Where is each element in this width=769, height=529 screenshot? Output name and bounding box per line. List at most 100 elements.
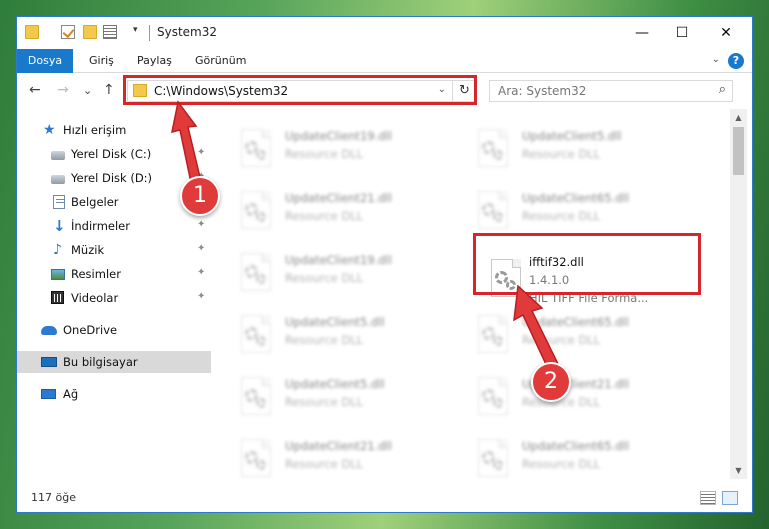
dll-file-icon — [478, 439, 508, 477]
tab-file[interactable]: Dosya — [17, 49, 73, 73]
sidebar-item-label: Yerel Disk (D:) — [71, 171, 153, 185]
minimize-button[interactable]: — — [622, 17, 662, 49]
sidebar-item-this-pc[interactable]: Bu bilgisayar — [17, 351, 211, 373]
search-input[interactable] — [490, 81, 700, 101]
back-button[interactable]: ← — [29, 82, 41, 98]
list-item[interactable]: UpdateClient21.dll Resource DLL — [462, 371, 692, 423]
onedrive-icon — [41, 326, 57, 335]
step-badge-1: 1 — [180, 176, 220, 216]
dll-file-icon — [241, 129, 271, 167]
sidebar-item-label: Resimler — [71, 267, 121, 281]
pin-icon[interactable]: ✦ — [197, 291, 205, 302]
scroll-up-icon[interactable]: ▲ — [730, 109, 747, 126]
details-view-icon[interactable] — [700, 491, 716, 505]
file-name: UpdateClient21.dll — [285, 191, 392, 205]
list-item[interactable]: UpdateClient65.dll Resource DLL — [462, 309, 692, 361]
up-button[interactable]: ↑ — [103, 82, 115, 98]
sidebar-item-videos[interactable]: Videolar ✦ — [17, 287, 211, 309]
dll-file-icon — [478, 191, 508, 229]
file-name: UpdateClient5.dll — [285, 315, 385, 329]
sidebar-item-label: Belgeler — [71, 195, 119, 209]
list-item[interactable]: UpdateClient65.dll Resource DLL — [462, 433, 692, 479]
disk-icon — [51, 151, 65, 160]
dll-file-icon — [241, 253, 271, 291]
dll-file-icon — [241, 377, 271, 415]
file-name: UpdateClient5.dll — [522, 129, 622, 143]
sidebar-item-label: İndirmeler — [71, 219, 130, 233]
file-name: UpdateClient19.dll — [285, 129, 392, 143]
list-item[interactable]: UpdateClient21.dll Resource DLL — [225, 185, 455, 237]
sidebar-item-label: Bu bilgisayar — [63, 355, 138, 369]
dll-file-icon — [478, 377, 508, 415]
file-name: UpdateClient5.dll — [285, 377, 385, 391]
dll-file-icon — [241, 315, 271, 353]
ribbon-tabs: Dosya Giriş Paylaş Görünüm ⌄ ? — [17, 49, 752, 73]
file-type: Resource DLL — [522, 209, 601, 223]
sidebar-item-label: Yerel Disk (C:) — [71, 147, 152, 161]
pin-icon[interactable]: ✦ — [197, 243, 205, 254]
search-icon[interactable]: ⌕ — [719, 82, 726, 97]
dll-file-icon — [478, 129, 508, 167]
file-type: Resource DLL — [285, 147, 364, 161]
sidebar-item-label: Ağ — [63, 387, 79, 401]
computer-icon — [41, 357, 57, 367]
scroll-thumb[interactable] — [733, 127, 744, 175]
list-item[interactable]: UpdateClient65.dll Resource DLL — [462, 185, 692, 237]
file-type: Resource DLL — [522, 147, 601, 161]
sidebar-item-pictures[interactable]: Resimler ✦ — [17, 263, 211, 285]
file-name: UpdateClient21.dll — [285, 439, 392, 453]
list-item[interactable]: UpdateClient5.dll Resource DLL — [225, 309, 455, 361]
step-badge-2: 2 — [531, 362, 571, 402]
tab-view[interactable]: Görünüm — [185, 49, 256, 73]
sidebar-item-label: OneDrive — [63, 323, 118, 337]
download-icon: ↓ — [53, 217, 66, 235]
tiles-view-icon[interactable] — [722, 491, 738, 505]
file-type: Resource DLL — [285, 395, 364, 409]
file-type: Resource DLL — [522, 457, 601, 471]
pin-icon[interactable]: ✦ — [197, 267, 205, 278]
close-button[interactable]: ✕ — [706, 17, 746, 49]
recent-locations-button[interactable]: ⌄ — [83, 84, 92, 97]
search-box[interactable]: ⌕ — [489, 80, 733, 102]
status-bar: 117 öğe — [17, 483, 752, 512]
vertical-scrollbar[interactable]: ▲ ▼ — [730, 109, 747, 479]
pin-icon[interactable]: ✦ — [197, 219, 205, 230]
file-type: Resource DLL — [285, 457, 364, 471]
star-icon: ★ — [43, 122, 56, 138]
quick-access-dropdown-icon[interactable]: ▾ — [133, 25, 138, 35]
file-type: Resource DLL — [285, 333, 364, 347]
new-folder-icon[interactable] — [83, 25, 97, 39]
scroll-down-icon[interactable]: ▼ — [730, 462, 747, 479]
list-item[interactable]: UpdateClient19.dll Resource DLL — [225, 247, 455, 299]
customize-icon[interactable] — [103, 25, 117, 39]
list-item[interactable]: UpdateClient19.dll Resource DLL — [225, 123, 455, 175]
file-name: UpdateClient19.dll — [285, 253, 392, 267]
tab-share[interactable]: Paylaş — [127, 49, 182, 73]
list-item[interactable]: UpdateClient5.dll Resource DLL — [225, 371, 455, 423]
ribbon-expand-icon[interactable]: ⌄ — [712, 54, 720, 65]
list-item[interactable]: UpdateClient21.dll Resource DLL — [225, 433, 455, 479]
dll-file-icon — [241, 439, 271, 477]
music-icon: ♪ — [53, 242, 62, 258]
folder-icon[interactable] — [25, 25, 39, 39]
sidebar-item-label: Hızlı erişim — [63, 123, 127, 137]
maximize-button[interactable]: ☐ — [662, 17, 702, 49]
properties-check-icon[interactable] — [61, 25, 75, 39]
tab-home[interactable]: Giriş — [79, 49, 124, 73]
disk-icon — [51, 175, 65, 184]
sidebar-item-downloads[interactable]: ↓ İndirmeler ✦ — [17, 215, 211, 237]
dll-file-icon — [241, 191, 271, 229]
file-name: UpdateClient65.dll — [522, 439, 629, 453]
help-icon[interactable]: ? — [728, 53, 744, 69]
file-highlight — [473, 233, 701, 295]
sidebar-item-network[interactable]: Ağ — [17, 383, 211, 405]
item-count: 117 öğe — [31, 491, 76, 504]
sidebar-item-label: Videolar — [71, 291, 119, 305]
sidebar-item-onedrive[interactable]: OneDrive — [17, 319, 211, 341]
network-icon — [41, 389, 56, 399]
videos-icon — [51, 291, 64, 304]
pictures-icon — [51, 269, 65, 280]
sidebar-item-music[interactable]: ♪ Müzik ✦ — [17, 239, 211, 261]
forward-button[interactable]: → — [57, 82, 69, 98]
list-item[interactable]: UpdateClient5.dll Resource DLL — [462, 123, 692, 175]
